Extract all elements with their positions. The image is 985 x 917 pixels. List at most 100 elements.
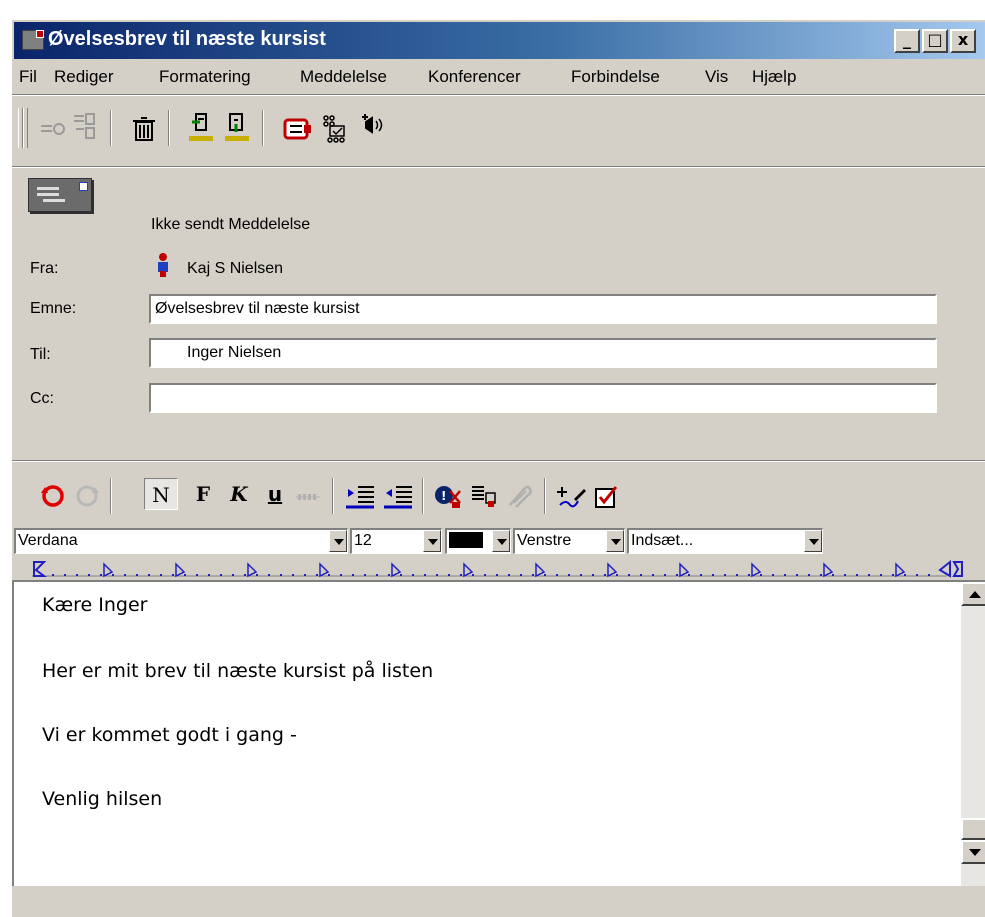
redo-icon[interactable]	[72, 481, 102, 511]
ruler-dot	[376, 574, 378, 576]
chevron-down-icon[interactable]	[606, 530, 624, 552]
insert-select[interactable]: Indsæt...	[627, 528, 823, 554]
send-icon[interactable]	[186, 110, 216, 141]
scroll-down-button[interactable]	[961, 840, 985, 864]
ruler-dot	[436, 574, 438, 576]
window-title: Øvelsesbrev til næste kursist	[48, 28, 326, 50]
chevron-down-icon[interactable]	[423, 530, 441, 552]
ruler-graphic	[32, 559, 963, 578]
menu-vis[interactable]: Vis	[705, 67, 728, 87]
attachment-icon[interactable]	[502, 481, 532, 511]
subject-label: Emne:	[30, 300, 77, 317]
menu-hjaelp[interactable]: Hjælp	[752, 67, 796, 87]
tab-stop-marker	[751, 562, 762, 578]
ruler-dot	[472, 574, 474, 576]
ruler-dot	[208, 574, 210, 576]
spell-check-icon[interactable]	[590, 481, 620, 511]
outdent-icon[interactable]	[382, 481, 412, 511]
delete-icon[interactable]	[130, 114, 160, 144]
from-value[interactable]: Kaj S Nielsen	[187, 260, 283, 278]
ruler-dot	[868, 574, 870, 576]
scroll-up-button[interactable]	[961, 582, 985, 606]
voice-icon[interactable]	[358, 110, 388, 140]
save-icon[interactable]	[222, 110, 252, 141]
ruler-dot	[304, 574, 306, 576]
reply-all-icon[interactable]	[70, 110, 100, 140]
ruler-dot	[124, 574, 126, 576]
ruler-dot	[736, 574, 738, 576]
ruler-dot	[316, 574, 318, 576]
menu-konferencer[interactable]: Konferencer	[428, 67, 521, 87]
ruler-dot	[628, 574, 630, 576]
ruler-dot	[400, 574, 402, 576]
chevron-down-icon[interactable]	[329, 530, 347, 552]
toolbar-grip[interactable]	[23, 108, 28, 148]
ruler-dot	[724, 574, 726, 576]
priority-icon[interactable]: !	[432, 481, 462, 511]
check-names-icon[interactable]	[318, 112, 348, 143]
title-bar[interactable]: Øvelsesbrev til næste kursist _ □ x	[14, 22, 985, 59]
menu-formatering[interactable]: Formatering	[159, 67, 251, 87]
underline-button[interactable]: u	[260, 478, 290, 510]
address-book-icon[interactable]	[280, 114, 311, 144]
signature-icon[interactable]	[556, 481, 586, 511]
body-line[interactable]: Venlig hilsen	[42, 788, 162, 810]
ruler-dot	[748, 574, 750, 576]
chevron-down-icon[interactable]	[492, 530, 510, 552]
undo-icon[interactable]	[38, 481, 68, 511]
close-button[interactable]: x	[950, 29, 976, 53]
ruler[interactable]	[32, 559, 967, 580]
body-line[interactable]: Vi er kommet godt i gang -	[42, 724, 297, 746]
cc-field[interactable]	[149, 383, 937, 413]
scroll-thumb[interactable]	[961, 818, 985, 840]
bold-button[interactable]: F	[188, 478, 218, 510]
ruler-dot	[460, 574, 462, 576]
return-receipt-icon[interactable]	[468, 481, 498, 511]
font-select-value: Verdana	[18, 532, 78, 549]
subject-field[interactable]: Øvelsesbrev til næste kursist	[149, 294, 937, 324]
ruler-dot	[916, 574, 918, 576]
tab-stop-marker	[823, 562, 834, 578]
ruler-dot	[352, 574, 354, 576]
ruler-dot	[856, 574, 858, 576]
reply-icon[interactable]	[38, 114, 68, 144]
ruler-dot	[496, 574, 498, 576]
body-line[interactable]: Kære Inger	[42, 594, 147, 616]
ruler-dot	[592, 574, 594, 576]
color-select[interactable]	[445, 528, 511, 554]
indent-icon[interactable]	[344, 481, 374, 511]
ruler-dot	[484, 574, 486, 576]
message-app-icon[interactable]	[22, 30, 44, 50]
align-select[interactable]: Venstre	[513, 528, 625, 554]
minimize-button[interactable]: _	[894, 29, 920, 53]
menu-bar: Fil Rediger Formatering Meddelelse Konfe…	[12, 60, 985, 94]
toolbar-separator	[544, 478, 546, 514]
vertical-scrollbar[interactable]	[961, 582, 985, 886]
tab-stop-marker	[247, 562, 258, 578]
size-select-value: 12	[354, 532, 372, 549]
menu-fil[interactable]: Fil	[19, 67, 37, 87]
chevron-down-icon[interactable]	[804, 530, 822, 552]
strikethrough-icon[interactable]	[294, 482, 324, 512]
font-select[interactable]: Verdana	[14, 528, 348, 554]
ruler-dot	[580, 574, 582, 576]
normal-style-button[interactable]: N	[144, 478, 178, 510]
ruler-dot	[88, 574, 90, 576]
to-field[interactable]: Inger Nielsen	[149, 338, 937, 368]
ruler-dot	[796, 574, 798, 576]
align-select-value: Venstre	[517, 532, 572, 549]
ruler-dot	[424, 574, 426, 576]
size-select[interactable]: 12	[350, 528, 442, 554]
menu-rediger[interactable]: Rediger	[54, 67, 114, 87]
maximize-button[interactable]: □	[922, 29, 948, 53]
menu-meddelelse[interactable]: Meddelelse	[300, 67, 387, 87]
menu-forbindelse[interactable]: Forbindelse	[571, 67, 660, 87]
header-divider	[12, 460, 985, 462]
body-line[interactable]: Her er mit brev til næste kursist på lis…	[42, 660, 433, 682]
ruler-dot	[664, 574, 666, 576]
from-label: Fra:	[30, 260, 59, 277]
message-body-editor[interactable]: Kære Inger Her er mit brev til næste kur…	[12, 580, 985, 886]
italic-button[interactable]: K	[224, 478, 254, 510]
ruler-dot	[100, 574, 102, 576]
toolbar-separator	[168, 110, 170, 146]
